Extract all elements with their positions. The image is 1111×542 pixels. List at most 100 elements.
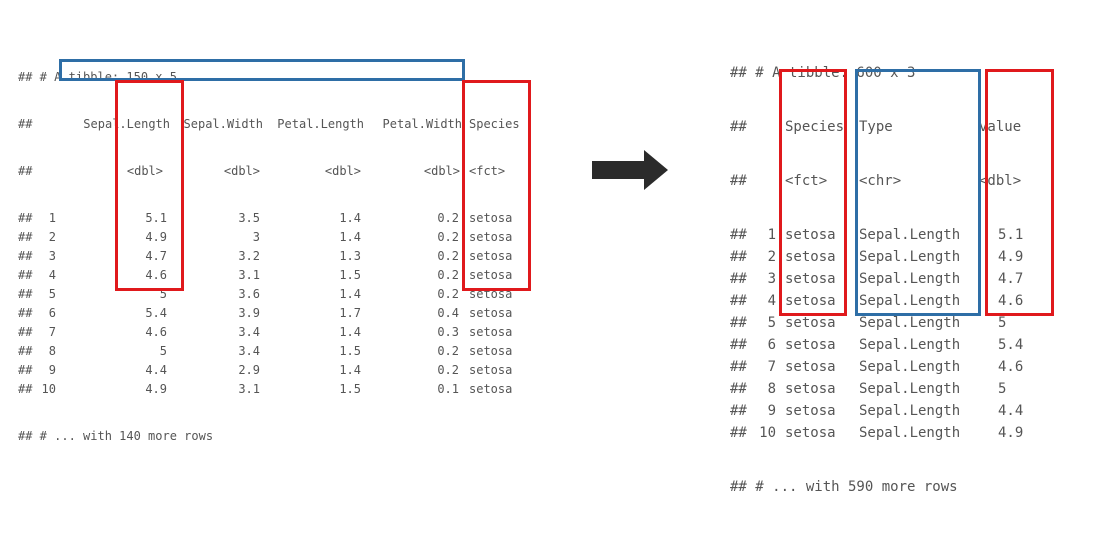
table-cell: Sepal.Length xyxy=(859,425,961,441)
table-cell: 3.6 xyxy=(238,287,260,301)
table-cell: Sepal.Length xyxy=(859,381,961,397)
table-cell: 3.4 xyxy=(238,344,260,358)
row-number: 8 xyxy=(767,381,776,397)
table-row: ## 3 setosa Sepal.Length 4.7 xyxy=(730,268,1023,290)
table-cell: 4.4 xyxy=(998,403,1024,419)
table-cell: 4.4 xyxy=(145,363,167,377)
column-header-petal-length: Petal.Length xyxy=(277,117,364,131)
table-row: ## 8 setosa Sepal.Length 5 xyxy=(730,378,1006,400)
table-row: ## 9 4.4 2.9 1.4 0.2 setosa xyxy=(18,361,512,380)
table-row: ## 10 4.9 3.1 1.5 0.1 setosa xyxy=(18,380,512,399)
table-cell: 3 xyxy=(252,230,260,244)
table-cell: 1.4 xyxy=(339,287,361,301)
table-cell: 1.3 xyxy=(339,249,361,263)
row-number: 4 xyxy=(767,293,776,309)
table-cell: 4.6 xyxy=(998,359,1024,375)
table-cell: setosa xyxy=(785,425,836,441)
table-row: ## 4 4.6 3.1 1.5 0.2 setosa xyxy=(18,266,512,285)
table-cell: 3.1 xyxy=(238,382,260,396)
table-row: ## 2 4.9 3 1.4 0.2 setosa xyxy=(18,228,512,247)
table-cell: 0.2 xyxy=(437,363,459,377)
line-prefix: ## xyxy=(730,337,747,353)
table-cell: setosa xyxy=(469,363,513,377)
transform-arrow-icon xyxy=(592,150,668,190)
table-row: ## 8 5 3.4 1.5 0.2 setosa xyxy=(18,342,512,361)
line-prefix: ## xyxy=(18,211,33,225)
row-number: 3 xyxy=(767,271,776,287)
highlight-box-measure-headers xyxy=(59,59,465,81)
table-cell: 0.2 xyxy=(437,211,459,225)
table-cell: 3.4 xyxy=(238,325,260,339)
row-number: 5 xyxy=(767,315,776,331)
row-number: 5 xyxy=(48,287,56,301)
row-number: 10 xyxy=(759,425,776,441)
row-number: 7 xyxy=(767,359,776,375)
table-cell: 0.1 xyxy=(437,382,459,396)
table-cell: 3.5 xyxy=(238,211,260,225)
table-cell: 0.4 xyxy=(437,306,459,320)
line-prefix: ## xyxy=(18,287,33,301)
table-cell: 1.5 xyxy=(339,268,361,282)
line-prefix: ## xyxy=(18,306,33,320)
table-cell: 1.4 xyxy=(339,325,361,339)
line-prefix: ## xyxy=(730,403,747,419)
table-row: ## 10 setosa Sepal.Length 4.9 xyxy=(730,422,1023,444)
table-cell: 5.4 xyxy=(998,337,1024,353)
table-cell: 4.6 xyxy=(145,325,167,339)
wide-tibble-output: ## # A tibble: 150 x 5 ## Sepal.Length S… xyxy=(18,40,520,460)
highlight-box-sepal-length-values xyxy=(115,80,184,291)
tibble-footer-line: ## # ... with 590 more rows xyxy=(730,476,958,498)
line-prefix: ## xyxy=(730,359,747,375)
table-row: ## 2 setosa Sepal.Length 4.9 xyxy=(730,246,1023,268)
footer-text: ## # ... with 140 more rows xyxy=(18,429,214,443)
data-rows: ## 1 5.1 3.5 1.4 0.2 setosa ## 2 4.9 3 1.4 0.2 setosa… xyxy=(18,209,512,399)
table-cell: 1.4 xyxy=(339,230,361,244)
table-cell: Sepal.Length xyxy=(859,337,961,353)
table-cell: 4.9 xyxy=(998,425,1024,441)
table-cell: 0.2 xyxy=(437,268,459,282)
type-petal-width: <dbl> xyxy=(423,164,460,178)
table-row: ## 1 5.1 3.5 1.4 0.2 setosa xyxy=(18,209,512,228)
row-number: 8 xyxy=(48,344,56,358)
line-prefix: ## xyxy=(730,315,747,331)
row-number: 1 xyxy=(767,227,776,243)
table-cell: 0.3 xyxy=(437,325,459,339)
table-cell: 1.5 xyxy=(339,382,361,396)
line-prefix: ## xyxy=(730,119,747,135)
row-number: 9 xyxy=(767,403,776,419)
table-cell: setosa xyxy=(469,382,513,396)
table-row: ## 6 5.4 3.9 1.7 0.4 setosa xyxy=(18,304,512,323)
table-cell: 0.2 xyxy=(437,230,459,244)
table-row: ## 5 5 3.6 1.4 0.2 setosa xyxy=(18,285,512,304)
line-prefix: ## xyxy=(730,227,747,243)
long-tibble-output: ## # A tibble: 600 x 3 ## Species Type v… xyxy=(730,30,1023,514)
table-cell: 5 xyxy=(159,344,167,358)
footer-text: ## # ... with 590 more rows xyxy=(730,479,958,495)
table-row: ## 9 setosa Sepal.Length 4.4 xyxy=(730,400,1023,422)
table-row: ## 7 setosa Sepal.Length 4.6 xyxy=(730,356,1023,378)
line-prefix: ## xyxy=(730,271,747,287)
table-cell: 3.9 xyxy=(238,306,260,320)
table-cell: setosa xyxy=(469,344,513,358)
row-number: 9 xyxy=(48,363,56,377)
row-number: 10 xyxy=(41,382,56,396)
row-number: 3 xyxy=(48,249,56,263)
column-header-row: ## Sepal.Length Sepal.Width Petal.Length… xyxy=(18,115,520,134)
tibble-footer-line: ## # ... with 140 more rows xyxy=(18,427,213,446)
table-row: ## 5 setosa Sepal.Length 5 xyxy=(730,312,1006,334)
line-prefix: ## xyxy=(18,382,33,396)
line-prefix: ## xyxy=(18,363,33,377)
column-header-row: ## Species Type value xyxy=(730,116,1021,138)
row-number: 4 xyxy=(48,268,56,282)
column-header-sepal-width: Sepal.Width xyxy=(183,117,263,131)
line-prefix: ## xyxy=(730,173,747,189)
line-prefix: ## xyxy=(18,268,33,282)
table-cell: setosa xyxy=(785,403,836,419)
table-row: ## 1 setosa Sepal.Length 5.1 xyxy=(730,224,1023,246)
table-cell: 5.4 xyxy=(145,306,167,320)
table-cell: 0.2 xyxy=(437,287,459,301)
row-number: 6 xyxy=(767,337,776,353)
line-prefix: ## xyxy=(18,325,33,339)
table-cell: 3.2 xyxy=(238,249,260,263)
row-number: 2 xyxy=(48,230,56,244)
